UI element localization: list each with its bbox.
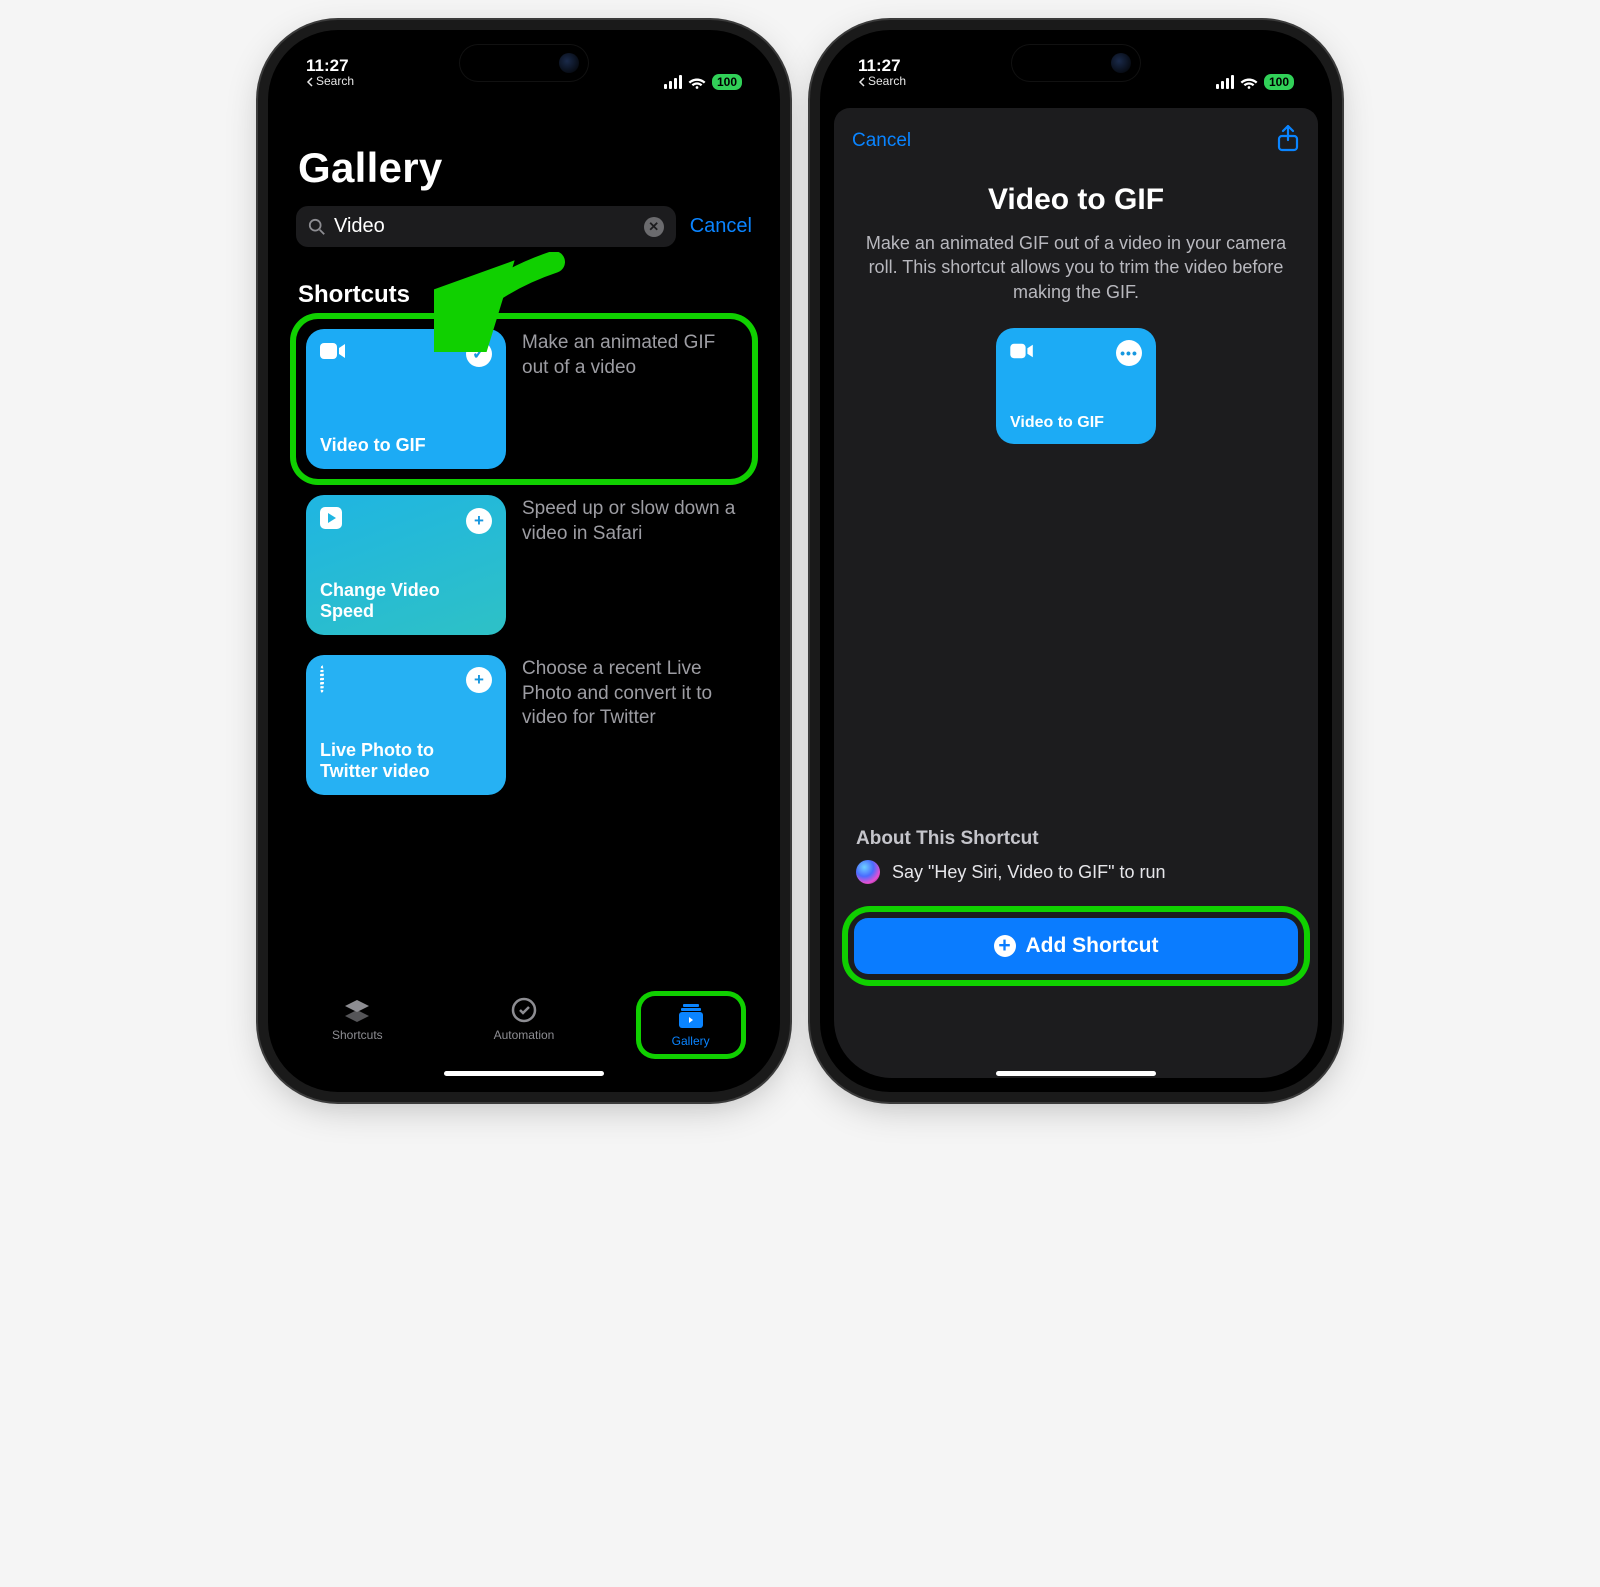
siri-hint-row: Say "Hey Siri, Video to GIF" to run (856, 860, 1296, 884)
clear-search-button[interactable]: ✕ (644, 217, 664, 237)
shortcut-detail-sheet: Cancel Video to GIF Make an animated GIF… (834, 108, 1318, 1078)
sheet-description: Make an animated GIF out of a video in y… (834, 231, 1318, 304)
cancel-button[interactable]: Cancel (852, 130, 911, 152)
wifi-icon (688, 75, 706, 89)
section-heading: Shortcuts (298, 281, 752, 309)
shortcut-card-title: Video to GIF (1010, 413, 1142, 432)
page-title: Gallery (298, 144, 752, 192)
shortcut-card[interactable]: + Live Photo to Twitter video (306, 655, 506, 795)
shortcut-result-change-video-speed[interactable]: + Change Video Speed Speed up or slow do… (296, 485, 752, 645)
shortcut-card-title: Live Photo to Twitter video (320, 740, 492, 783)
plus-circle-icon: + (994, 935, 1016, 957)
automation-clock-icon (511, 996, 537, 1024)
screen-right: 11:27 Search 100 Cancel Video to GIF (826, 36, 1326, 1086)
tab-shortcuts[interactable]: Shortcuts (307, 996, 407, 1042)
phone-right: 11:27 Search 100 Cancel Video to GIF (820, 30, 1332, 1092)
siri-icon (856, 860, 880, 884)
add-plus-icon[interactable]: + (466, 667, 492, 693)
about-heading: About This Shortcut (856, 828, 1296, 850)
home-indicator[interactable] (996, 1071, 1156, 1076)
add-shortcut-highlight: + Add Shortcut (848, 912, 1304, 980)
gallery-card-icon (677, 1002, 705, 1030)
more-options-icon[interactable]: ••• (1116, 340, 1142, 366)
shortcut-card-title: Change Video Speed (320, 580, 492, 623)
dynamic-island (459, 44, 589, 82)
back-to-search[interactable]: Search (858, 75, 906, 88)
battery-indicator: 100 (712, 74, 742, 90)
siri-hint-text: Say "Hey Siri, Video to GIF" to run (892, 862, 1166, 883)
shortcut-preview-card[interactable]: ••• Video to GIF (996, 328, 1156, 444)
tab-automation[interactable]: Automation (474, 996, 574, 1042)
status-time: 11:27 (306, 57, 354, 75)
shortcut-description: Choose a recent Live Photo and convert i… (522, 655, 738, 731)
battery-indicator: 100 (1264, 74, 1294, 90)
wifi-icon (1240, 75, 1258, 89)
play-icon (320, 507, 342, 535)
add-plus-icon[interactable]: + (466, 508, 492, 534)
shortcut-description: Make an animated GIF out of a video (522, 329, 732, 380)
sheet-title: Video to GIF (834, 183, 1318, 217)
search-field[interactable]: ✕ (296, 206, 676, 247)
search-input[interactable] (334, 215, 636, 238)
back-to-search[interactable]: Search (306, 75, 354, 88)
tab-gallery[interactable]: Gallery (641, 996, 741, 1054)
dynamic-island (1011, 44, 1141, 82)
shortcut-card-title: Video to GIF (320, 435, 492, 457)
add-shortcut-button[interactable]: + Add Shortcut (854, 918, 1298, 974)
added-check-icon: ✓ (466, 341, 492, 367)
status-time: 11:27 (858, 57, 906, 75)
search-cancel-button[interactable]: Cancel (690, 215, 752, 238)
search-icon (308, 218, 326, 236)
shortcuts-stack-icon (343, 996, 371, 1024)
video-camera-icon (320, 341, 346, 367)
phone-left: 11:27 Search 100 Gallery ✕ Cancel (268, 30, 780, 1092)
share-button[interactable] (1276, 124, 1300, 157)
home-indicator[interactable] (444, 1071, 604, 1076)
video-camera-icon (1010, 340, 1034, 366)
shortcut-card[interactable]: + Change Video Speed (306, 495, 506, 635)
live-photo-icon (320, 667, 324, 693)
cellular-icon (1216, 75, 1234, 89)
shortcut-result-video-to-gif[interactable]: ✓ Video to GIF Make an animated GIF out … (296, 319, 752, 479)
shortcut-result-live-photo-twitter[interactable]: + Live Photo to Twitter video Choose a r… (296, 645, 752, 805)
shortcut-card[interactable]: ✓ Video to GIF (306, 329, 506, 469)
shortcut-description: Speed up or slow down a video in Safari (522, 495, 738, 546)
cellular-icon (664, 75, 682, 89)
screen-left: 11:27 Search 100 Gallery ✕ Cancel (274, 36, 774, 1086)
